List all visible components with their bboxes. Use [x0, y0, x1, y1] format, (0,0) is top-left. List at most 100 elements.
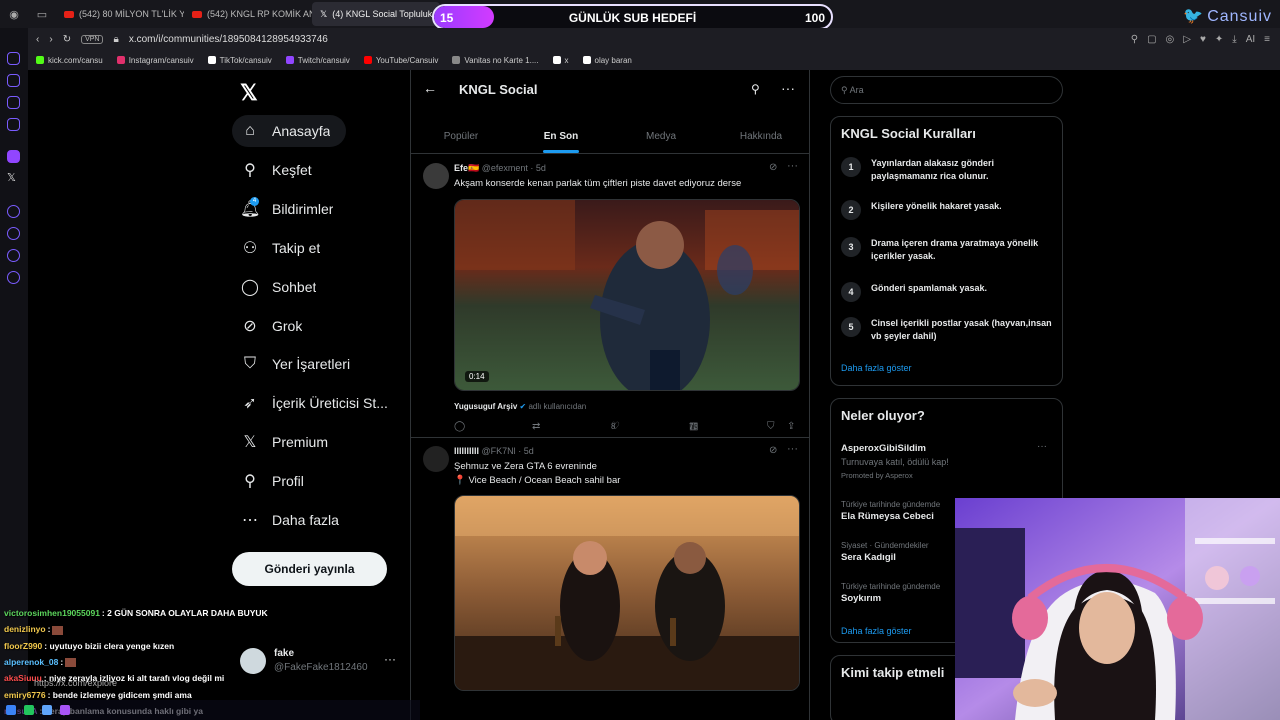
author-name[interactable]: llllllllll — [454, 446, 479, 456]
sidebar-item-x[interactable]: 𝕏 Premium — [232, 426, 392, 458]
vpn-badge[interactable]: VPN — [81, 34, 104, 44]
sidebar-item-more-circle[interactable]: ⋯ Daha fazla — [232, 504, 392, 536]
post-image-picture — [455, 496, 799, 690]
bookmark-item[interactable]: Twitch/cansuiv — [285, 56, 350, 65]
more-icon[interactable]: ··· — [787, 443, 798, 455]
bookmark-label: YouTube/Cansuiv — [375, 55, 439, 65]
trends-show-more-link[interactable]: Daha fazla göster — [841, 626, 912, 636]
bookmark-item[interactable]: Vanitas no Karte 1.... — [452, 56, 539, 65]
author-handle[interactable]: @FK7Nl — [482, 446, 516, 456]
sidebar-item-profile[interactable]: ⚲ Profil — [232, 465, 392, 497]
browser-tab-1[interactable]: (542) 80 MİLYON TL'LİK Y — [56, 2, 184, 26]
ai-icon[interactable]: AI — [1246, 34, 1255, 45]
share-icon[interactable]: ⇪ — [787, 421, 795, 432]
bookmark-item[interactable]: TikTok/cansuiv — [207, 56, 272, 65]
chat-text: : — [47, 624, 51, 635]
promoted-trend[interactable]: AsperoxGibiSildim Turnuvaya katıl, ödülü… — [841, 441, 1051, 480]
bookmarks-bar: kick.com/cansu Instagram/cansuiv TikTok/ca… — [28, 50, 1280, 70]
heart-icon[interactable]: ♥ — [1200, 34, 1206, 45]
sidebar-app-icon[interactable] — [7, 249, 20, 262]
tab-4[interactable]: Hakkında — [711, 118, 809, 153]
search-icon[interactable]: ⚲ — [751, 82, 760, 96]
history-icon[interactable] — [7, 227, 20, 240]
rule-number: 3 — [841, 237, 861, 257]
post-video[interactable]: 0:14 — [454, 199, 800, 391]
avatar[interactable] — [423, 163, 449, 189]
post-2[interactable]: llllllllll @FK7Nl · 5d ⊘ ··· Şehmuz ve Z… — [411, 438, 809, 720]
reply-icon[interactable]: ◯ — [454, 421, 465, 432]
bookmark-item[interactable]: x — [552, 55, 569, 65]
sidebar-item-home[interactable]: ⌂ Anasayfa — [232, 115, 346, 147]
rule-number: 5 — [841, 317, 861, 337]
rules-show-more-link[interactable]: Daha fazla göster — [841, 363, 912, 373]
windows-start-icon[interactable] — [6, 705, 16, 715]
app-icon[interactable] — [42, 705, 52, 715]
more-icon[interactable]: ··· — [1037, 441, 1047, 452]
post-image[interactable] — [454, 495, 800, 691]
post-button[interactable]: Gönderi yayınla — [232, 552, 387, 586]
author-name[interactable]: Efe🇪🇸 — [454, 163, 479, 173]
grok-icon[interactable]: ⊘ — [769, 162, 777, 173]
more-icon[interactable]: ··· — [787, 160, 798, 172]
bookmark-item[interactable]: olay baran — [582, 56, 632, 65]
sidebar-app-icon[interactable] — [7, 74, 20, 87]
bookmark-label: x — [564, 55, 569, 65]
tab-3[interactable]: Medya — [611, 118, 711, 153]
reload-icon[interactable]: ↻ — [63, 34, 71, 45]
extensions-icon[interactable]: ✦ — [1215, 34, 1223, 45]
like-button[interactable]: ♡ 8 — [611, 421, 620, 432]
forward-icon[interactable]: › — [49, 34, 52, 45]
settings-icon[interactable] — [7, 271, 20, 284]
screenshot-icon[interactable]: ▢ — [1147, 34, 1156, 45]
sidebar-app-icon[interactable] — [7, 118, 20, 131]
browser-tab-3[interactable]: 𝕏 (4) KNGL Social Topluluk — [312, 2, 440, 26]
grok-icon[interactable]: ⊘ — [769, 445, 777, 456]
spotify-icon[interactable] — [24, 705, 34, 715]
sidebar-app-icon[interactable] — [7, 205, 20, 218]
bookmark-item[interactable]: Instagram/cansuiv — [116, 56, 194, 65]
sidebar-app-icon[interactable] — [7, 52, 20, 65]
repost-icon[interactable]: ⇄ — [532, 421, 540, 432]
browser-menu-icon[interactable]: ◉ — [0, 8, 28, 21]
views-button[interactable]: ▥ 73 — [689, 421, 698, 432]
chat-username: victorosimhen19055091 — [4, 608, 100, 618]
sidebar-item-grok[interactable]: ⊘ Grok — [232, 310, 392, 342]
bookmark-icon[interactable]: ⛉ — [767, 421, 775, 432]
author-handle[interactable]: @efexment — [482, 163, 528, 173]
sidebar-item-search[interactable]: ⚲ Keşfet — [232, 154, 392, 186]
sidebar-item-chat[interactable]: ◯ Sohbet — [232, 271, 392, 303]
back-icon[interactable]: ‹ — [36, 34, 39, 45]
browser-tab-label: (4) KNGL Social Topluluk — [332, 9, 433, 19]
pin-icon[interactable]: ⚲ — [1131, 34, 1138, 45]
rules-title: KNGL Social Kuralları — [841, 126, 976, 141]
bookmark-item[interactable]: YouTube/Cansuiv — [363, 55, 439, 65]
tab-2[interactable]: En Son — [511, 118, 611, 153]
x-logo-icon[interactable]: 𝕏 — [240, 80, 258, 106]
menu-icon[interactable]: ≡ — [1264, 34, 1270, 45]
sidebar-app-icon[interactable] — [7, 96, 20, 109]
sidebar-item-rocket[interactable]: ➶ İçerik Üreticisi St... — [232, 387, 392, 419]
twitch-icon[interactable] — [7, 150, 20, 163]
tab-switcher-icon[interactable]: ▭ — [28, 8, 56, 21]
chat-username: alperenok_08 — [4, 656, 59, 667]
tab-1[interactable]: Popüler — [411, 118, 511, 153]
play-icon[interactable]: ▷ — [1183, 34, 1191, 45]
video-source[interactable]: Yugusuguf Arşiv ✔ adlı kullanıcıdan — [454, 402, 586, 411]
x-icon[interactable]: 𝕏 — [7, 171, 16, 184]
source-name[interactable]: Yugusuguf Arşiv — [454, 402, 517, 411]
sidebar-item-bookmark[interactable]: ⛉ Yer İşaretleri — [232, 348, 392, 380]
bookmark-item[interactable]: kick.com/cansu — [36, 56, 103, 65]
search-input[interactable]: ⚲ Ara — [830, 76, 1063, 104]
post-1[interactable]: Efe🇪🇸 @efexment · 5d ⊘ ··· Akşam konserd… — [411, 155, 809, 437]
download-icon[interactable]: ⤓ — [1232, 34, 1236, 45]
sidebar-item-person-add[interactable]: ⚇ Takip et — [232, 232, 392, 264]
browser-tab-2[interactable]: (542) KNGL RP KOMİK AN — [184, 2, 312, 26]
sidebar-item-bell[interactable]: 🔔︎ 4 Bildirimler — [232, 193, 392, 225]
url-field[interactable]: x.com/i/communities/1895084128954933746 — [129, 34, 328, 45]
camera-icon[interactable]: ◎ — [1166, 34, 1175, 45]
more-icon[interactable]: ··· — [781, 80, 795, 96]
video-frame — [455, 200, 799, 390]
app-icon[interactable] — [60, 705, 70, 715]
back-arrow-icon[interactable]: ← — [423, 80, 437, 96]
avatar[interactable] — [423, 446, 449, 472]
